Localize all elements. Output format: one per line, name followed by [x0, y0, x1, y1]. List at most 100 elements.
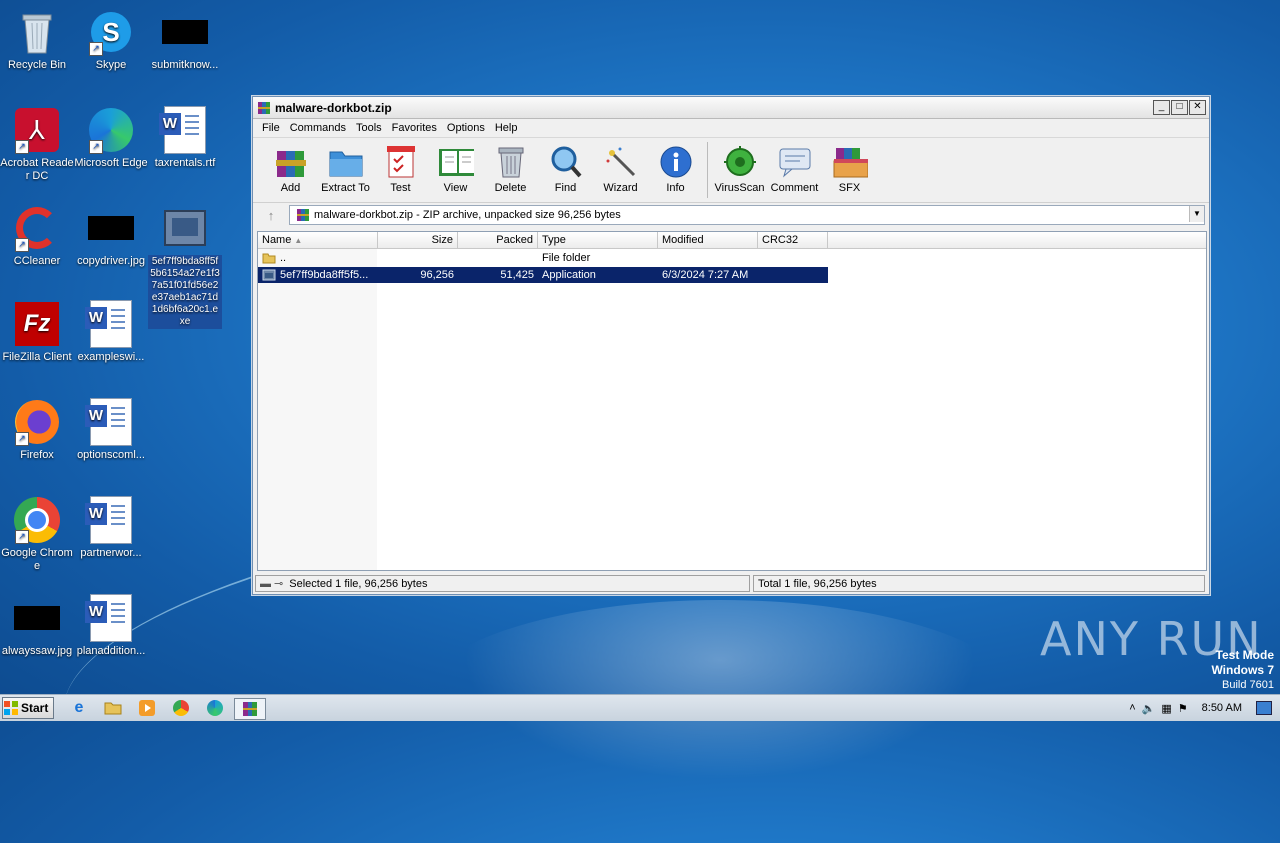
column-header-size[interactable]: Size: [378, 232, 458, 248]
title-bar[interactable]: malware-dorkbot.zip _ □ ✕: [253, 97, 1209, 119]
redacted-thumbnail: [161, 8, 209, 56]
desktop-icon-label: planaddition...: [76, 645, 146, 657]
add-button[interactable]: Add: [263, 138, 318, 194]
desktop-icon-edge[interactable]: ↗ Microsoft Edge: [74, 106, 148, 170]
table-row[interactable]: .. File folder: [258, 250, 828, 266]
comment-icon: [777, 144, 813, 180]
ie-icon[interactable]: e: [68, 698, 90, 718]
info-button[interactable]: Info: [648, 138, 703, 194]
add-icon: [273, 144, 309, 180]
volume-icon[interactable]: 🔈: [1142, 702, 1156, 715]
wizard-button[interactable]: Wizard: [593, 138, 648, 194]
extract-to-button[interactable]: Extract To: [318, 138, 373, 194]
virus-icon: [722, 144, 758, 180]
up-arrow-icon[interactable]: ↑: [253, 208, 289, 223]
desktop-icon-label: Google Chrome: [1, 547, 73, 572]
row-type: Application: [542, 269, 596, 281]
menu-file[interactable]: File: [257, 122, 285, 134]
taskbar: Start e ˄ 🔈 ▦ ⚑ 8:50 AM: [0, 694, 1280, 721]
desktop-icon-exe-selected[interactable]: 5ef7ff9bda8ff5f5b6154a27e1f37a51f01fd56e…: [148, 204, 222, 329]
sfx-box-icon: [832, 144, 868, 180]
desktop-icon-label: taxrentals.rtf: [154, 157, 216, 169]
virusscan-button[interactable]: VirusScan: [712, 138, 767, 194]
desktop-icon-firefox[interactable]: ↗ Firefox: [0, 398, 74, 462]
chevron-up-icon[interactable]: ˄: [1129, 702, 1135, 714]
desktop-icon-label: Microsoft Edge: [74, 157, 148, 169]
row-name: ..: [280, 252, 287, 264]
desktop-icon-taxrentals[interactable]: W taxrentals.rtf: [148, 106, 222, 170]
desktop-icon-partnerwor[interactable]: W partnerwor...: [74, 496, 148, 560]
desktop-icon-copydriver[interactable]: copydriver.jpg: [74, 204, 148, 268]
desktop-icon-planaddition[interactable]: W planaddition...: [74, 594, 148, 658]
desktop-icon-filezilla[interactable]: Fz FileZilla Client: [0, 300, 74, 364]
edge-taskbar-icon[interactable]: [204, 698, 226, 718]
show-desktop-icon[interactable]: [1256, 701, 1272, 715]
network-icon[interactable]: ▦: [1161, 702, 1171, 715]
start-button[interactable]: Start: [2, 697, 54, 719]
column-label: Name: [262, 234, 292, 246]
address-bar: ↑ malware-dorkbot.zip - ZIP archive, unp…: [253, 202, 1209, 227]
desktop-icon-acrobat[interactable]: ⅄ ↗ Acrobat Reader DC: [0, 106, 74, 183]
desktop-icon-alwayssaw[interactable]: alwayssaw.jpg: [0, 594, 74, 658]
extract-folder-icon: [328, 144, 364, 180]
word-doc-icon: W: [85, 398, 135, 446]
comment-button[interactable]: Comment: [767, 138, 822, 194]
view-label: View: [443, 182, 468, 194]
row-name: 5ef7ff9bda8ff5f5...: [280, 269, 369, 281]
application-icon: [262, 269, 276, 281]
info-label: Info: [666, 182, 685, 194]
desktop-icon-exampleswi[interactable]: W exampleswi...: [74, 300, 148, 364]
window-title: malware-dorkbot.zip: [275, 100, 392, 115]
find-button[interactable]: Find: [538, 138, 593, 194]
column-header-name[interactable]: Name ▲: [258, 232, 378, 248]
maximize-button[interactable]: □: [1171, 100, 1188, 115]
sfx-button[interactable]: SFX: [822, 138, 877, 194]
delete-label: Delete: [494, 182, 527, 194]
chrome-taskbar-icon[interactable]: [170, 698, 192, 718]
column-header-crc32[interactable]: CRC32: [758, 232, 828, 248]
minimize-button[interactable]: _: [1153, 100, 1170, 115]
test-button[interactable]: Test: [373, 138, 428, 194]
desktop-icon-chrome[interactable]: ↗ Google Chrome: [0, 496, 74, 573]
desktop-icon-label: Firefox: [20, 449, 54, 461]
winrar-window: malware-dorkbot.zip _ □ ✕ File Commands …: [252, 96, 1210, 595]
desktop-icon-recycle-bin[interactable]: Recycle Bin: [0, 8, 74, 72]
menu-favorites[interactable]: Favorites: [387, 122, 442, 134]
file-list[interactable]: Name ▲ Size Packed Type Modified CRC32 .…: [257, 231, 1207, 571]
desktop-icon-label: alwayssaw.jpg: [1, 645, 73, 657]
desktop-icon-ccleaner[interactable]: ↗ CCleaner: [0, 204, 74, 268]
close-button[interactable]: ✕: [1189, 100, 1206, 115]
firefox-icon: ↗: [13, 398, 61, 446]
row-size: [378, 250, 458, 266]
explorer-icon[interactable]: [102, 698, 124, 718]
comment-label: Comment: [770, 182, 819, 194]
flag-icon[interactable]: ⚑: [1178, 702, 1188, 715]
menu-tools[interactable]: Tools: [351, 122, 387, 134]
test-mode-line: Test Mode: [1215, 648, 1274, 662]
view-button[interactable]: View: [428, 138, 483, 194]
row-size: 96,256: [420, 269, 454, 281]
winrar-taskbar-icon[interactable]: [234, 698, 266, 720]
trash-icon: [493, 144, 529, 180]
archive-path-field[interactable]: malware-dorkbot.zip - ZIP archive, unpac…: [289, 205, 1205, 225]
column-header-type[interactable]: Type: [538, 232, 658, 248]
word-doc-icon: W: [85, 300, 135, 348]
test-mode-text: Test Mode Windows 7 Build 7601: [1211, 648, 1274, 692]
menu-commands[interactable]: Commands: [285, 122, 351, 134]
table-row-selected[interactable]: 5ef7ff9bda8ff5f5... 96,256 51,425 Applic…: [258, 267, 828, 283]
media-player-icon[interactable]: [136, 698, 158, 718]
desktop-icon-label: Acrobat Reader DC: [0, 157, 74, 182]
menu-options[interactable]: Options: [442, 122, 490, 134]
clock[interactable]: 8:50 AM: [1202, 702, 1242, 714]
row-modified: 6/3/2024 7:27 AM: [662, 269, 749, 281]
desktop-icon-skype[interactable]: S ↗ Skype: [74, 8, 148, 72]
desktop-icon-submitknow[interactable]: submitknow...: [148, 8, 222, 72]
chevron-down-icon[interactable]: ▼: [1189, 206, 1204, 222]
column-header-packed[interactable]: Packed: [458, 232, 538, 248]
column-header-modified[interactable]: Modified: [658, 232, 758, 248]
desktop-icon-optionscoml[interactable]: W optionscoml...: [74, 398, 148, 462]
info-icon: [658, 144, 694, 180]
menu-help[interactable]: Help: [490, 122, 523, 134]
delete-button[interactable]: Delete: [483, 138, 538, 194]
redacted-thumbnail: [13, 594, 61, 642]
